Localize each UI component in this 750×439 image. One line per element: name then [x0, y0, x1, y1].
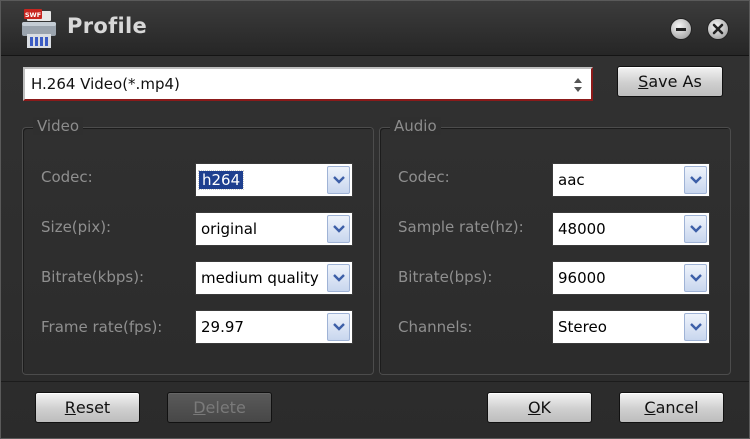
video-size-label: Size(pix):	[41, 218, 112, 236]
video-size-select[interactable]: original	[195, 212, 353, 246]
video-codec-label: Codec:	[41, 168, 93, 186]
close-button[interactable]	[707, 18, 729, 40]
audio-bitrate-label: Bitrate(bps):	[398, 268, 493, 286]
video-bitrate-select[interactable]: medium quality	[195, 261, 353, 295]
title-bar[interactable]: SWF Profile	[1, 1, 749, 56]
video-codec-select[interactable]: h264	[195, 163, 353, 197]
audio-codec-value: aac	[558, 171, 585, 189]
chevron-down-icon[interactable]	[327, 313, 350, 341]
chevron-down-icon[interactable]	[684, 215, 707, 243]
audio-samplerate-label: Sample rate(hz):	[398, 218, 524, 236]
delete-button[interactable]: Delete	[167, 392, 272, 423]
chevron-down-icon[interactable]	[327, 264, 350, 292]
video-codec-value: h264	[197, 170, 245, 190]
audio-bitrate-value: 96000	[558, 269, 606, 287]
audio-channels-label: Channels:	[398, 318, 473, 336]
footer-divider	[1, 381, 749, 382]
up-down-arrows-icon	[574, 78, 582, 92]
profile-select-value: H.264 Video(*.mp4)	[31, 75, 180, 93]
chevron-down-icon[interactable]	[684, 313, 707, 341]
chevron-down-icon[interactable]	[684, 264, 707, 292]
video-framerate-label: Frame rate(fps):	[41, 318, 163, 336]
audio-channels-value: Stereo	[558, 318, 607, 336]
video-bitrate-label: Bitrate(kbps):	[41, 268, 145, 286]
close-icon	[712, 23, 724, 35]
video-group: Video Codec: h264 Size(pix): original Bi…	[22, 117, 374, 375]
profile-select[interactable]: H.264 Video(*.mp4)	[23, 67, 593, 101]
audio-bitrate-select[interactable]: 96000	[552, 261, 710, 295]
audio-codec-label: Codec:	[398, 168, 450, 186]
audio-codec-select[interactable]: aac	[552, 163, 710, 197]
ok-button[interactable]: OK	[487, 392, 592, 423]
video-framerate-select[interactable]: 29.97	[195, 310, 353, 344]
audio-group: Audio Codec: aac Sample rate(hz): 48000 …	[379, 117, 731, 375]
svg-text:SWF: SWF	[25, 11, 41, 19]
save-as-button[interactable]: Save As	[617, 66, 723, 97]
audio-samplerate-select[interactable]: 48000	[552, 212, 710, 246]
cancel-button[interactable]: Cancel	[619, 392, 724, 423]
audio-samplerate-value: 48000	[558, 220, 606, 238]
chevron-down-icon[interactable]	[327, 166, 350, 194]
minimize-button[interactable]	[670, 18, 692, 40]
chevron-down-icon[interactable]	[327, 215, 350, 243]
video-bitrate-value: medium quality	[201, 269, 319, 287]
minimize-icon	[676, 28, 686, 31]
video-framerate-value: 29.97	[201, 318, 244, 336]
video-group-title: Video	[33, 117, 84, 135]
reset-button[interactable]: Reset	[35, 392, 140, 423]
video-size-value: original	[201, 220, 258, 238]
dialog-title: Profile	[67, 14, 148, 38]
app-printer-icon: SWF	[21, 9, 57, 49]
profile-dialog: SWF Profile H.264 Video(*.mp4) S ave As …	[0, 0, 750, 439]
audio-group-title: Audio	[390, 117, 441, 135]
audio-channels-select[interactable]: Stereo	[552, 310, 710, 344]
chevron-down-icon[interactable]	[684, 166, 707, 194]
